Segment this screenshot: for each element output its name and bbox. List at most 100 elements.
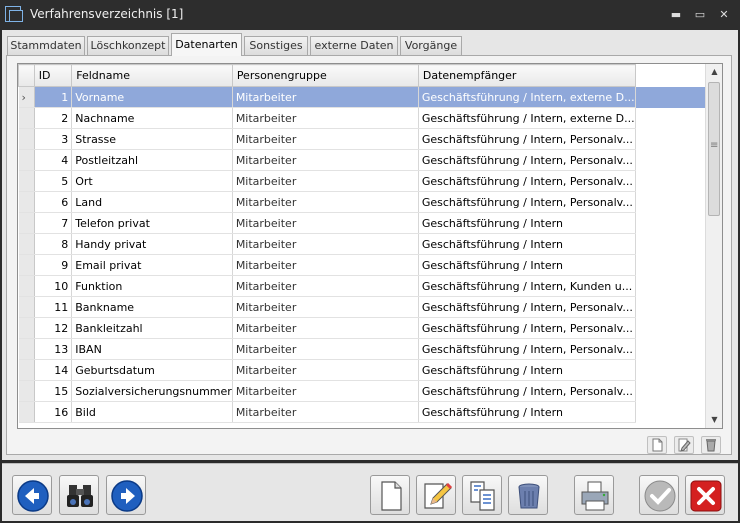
cell-feldname[interactable]: Handy privat — [71, 233, 233, 255]
cell-feldname[interactable]: Sozialversicherungsnummer — [71, 380, 233, 402]
cell-id[interactable]: 3 — [34, 128, 73, 150]
cancel-button[interactable] — [685, 475, 725, 515]
search-button[interactable] — [59, 475, 99, 515]
row-selector[interactable] — [18, 128, 35, 150]
row-selector[interactable] — [18, 149, 35, 171]
cell-datenempfaenger[interactable]: Geschäftsführung / Intern, Personalv... — [418, 380, 636, 402]
table-row[interactable]: › 1 Vorname Mitarbeiter Geschäftsführung / I… — [18, 86, 706, 108]
table-row[interactable]: 12 Bankleitzahl Mitarbeiter Geschäftsführun… — [18, 317, 706, 339]
row-selector[interactable]: › — [18, 86, 35, 108]
copy-button[interactable] — [462, 475, 502, 515]
grid-new-button[interactable] — [647, 436, 667, 454]
cell-feldname[interactable]: Telefon privat — [71, 212, 233, 234]
cell-personengruppe[interactable]: Mitarbeiter — [232, 86, 419, 108]
cell-feldname[interactable]: IBAN — [71, 338, 233, 360]
row-selector[interactable] — [18, 233, 35, 255]
cell-personengruppe[interactable]: Mitarbeiter — [232, 275, 419, 297]
row-selector[interactable] — [18, 191, 35, 213]
cell-id[interactable]: 14 — [34, 359, 73, 381]
row-selector[interactable] — [18, 212, 35, 234]
table-row[interactable]: 3 Strasse Mitarbeiter Geschäftsführung / In… — [18, 128, 706, 150]
cell-id[interactable]: 8 — [34, 233, 73, 255]
table-row[interactable]: 9 Email privat Mitarbeiter Geschäftsführung… — [18, 254, 706, 276]
cell-personengruppe[interactable]: Mitarbeiter — [232, 233, 419, 255]
cell-personengruppe[interactable]: Mitarbeiter — [232, 338, 419, 360]
column-header-feldname[interactable]: Feldname — [71, 64, 233, 87]
tab-stammdaten[interactable]: Stammdaten — [7, 36, 85, 55]
forward-button[interactable] — [106, 475, 146, 515]
row-selector[interactable] — [18, 254, 35, 276]
row-selector[interactable] — [18, 401, 35, 423]
cell-datenempfaenger[interactable]: Geschäftsführung / Intern, Personalv... — [418, 170, 636, 192]
grid-edit-button[interactable] — [674, 436, 694, 454]
cell-feldname[interactable]: Postleitzahl — [71, 149, 233, 171]
cell-datenempfaenger[interactable]: Geschäftsführung / Intern, Personalv... — [418, 296, 636, 318]
cell-feldname[interactable]: Bild — [71, 401, 233, 423]
cell-feldname[interactable]: Geburtsdatum — [71, 359, 233, 381]
cell-personengruppe[interactable]: Mitarbeiter — [232, 254, 419, 276]
cell-datenempfaenger[interactable]: Geschäftsführung / Intern, externe D... — [418, 107, 636, 129]
table-row[interactable]: 10 Funktion Mitarbeiter Geschäftsführung / … — [18, 275, 706, 297]
tab-sonstiges[interactable]: Sonstiges — [244, 36, 308, 55]
scroll-up-icon[interactable]: ▲ — [706, 64, 722, 80]
cell-id[interactable]: 9 — [34, 254, 73, 276]
cell-feldname[interactable]: Bankleitzahl — [71, 317, 233, 339]
tab-datenarten[interactable]: Datenarten — [171, 33, 242, 56]
row-selector[interactable] — [18, 170, 35, 192]
tab-vorgaenge[interactable]: Vorgänge — [400, 36, 462, 55]
row-selector[interactable] — [18, 338, 35, 360]
cell-personengruppe[interactable]: Mitarbeiter — [232, 296, 419, 318]
cell-feldname[interactable]: Email privat — [71, 254, 233, 276]
column-header-datenempfaenger[interactable]: Datenempfänger — [417, 64, 636, 87]
cell-personengruppe[interactable]: Mitarbeiter — [232, 170, 419, 192]
row-selector[interactable] — [18, 296, 35, 318]
cell-id[interactable]: 7 — [34, 212, 73, 234]
row-selector[interactable] — [18, 317, 35, 339]
row-selector[interactable] — [18, 359, 35, 381]
cell-id[interactable]: 16 — [34, 401, 73, 423]
cell-id[interactable]: 13 — [34, 338, 73, 360]
column-header-personengruppe[interactable]: Personengruppe — [231, 64, 419, 87]
cell-id[interactable]: 6 — [34, 191, 73, 213]
table-row[interactable]: 15 Sozialversicherungsnummer Mitarbeiter Ge… — [18, 380, 706, 402]
table-row[interactable]: 4 Postleitzahl Mitarbeiter Geschäftsführung… — [18, 149, 706, 171]
cell-id[interactable]: 10 — [34, 275, 73, 297]
cell-id[interactable]: 11 — [34, 296, 73, 318]
cell-personengruppe[interactable]: Mitarbeiter — [232, 401, 419, 423]
cell-personengruppe[interactable]: Mitarbeiter — [232, 107, 419, 129]
cell-datenempfaenger[interactable]: Geschäftsführung / Intern — [418, 401, 636, 423]
cell-datenempfaenger[interactable]: Geschäftsführung / Intern — [418, 254, 636, 276]
edit-button[interactable] — [416, 475, 456, 515]
data-grid[interactable]: ID Feldname Personengruppe Datenempfänge… — [17, 63, 723, 429]
cell-id[interactable]: 12 — [34, 317, 73, 339]
row-selector[interactable] — [18, 275, 35, 297]
cell-personengruppe[interactable]: Mitarbeiter — [232, 359, 419, 381]
maximize-button[interactable]: ▭ — [692, 7, 708, 23]
table-row[interactable]: 2 Nachname Mitarbeiter Geschäftsführung / I… — [18, 107, 706, 129]
new-button[interactable] — [370, 475, 410, 515]
cell-feldname[interactable]: Funktion — [71, 275, 233, 297]
row-selector[interactable] — [18, 107, 35, 129]
cell-personengruppe[interactable]: Mitarbeiter — [232, 128, 419, 150]
row-selector[interactable] — [18, 380, 35, 402]
cell-datenempfaenger[interactable]: Geschäftsführung / Intern — [418, 359, 636, 381]
minimize-button[interactable]: ▬ — [668, 7, 684, 23]
column-header-id[interactable]: ID — [33, 64, 73, 87]
scroll-thumb[interactable] — [708, 82, 720, 216]
cell-datenempfaenger[interactable]: Geschäftsführung / Intern, Personalv... — [418, 338, 636, 360]
tab-loeschkonzept[interactable]: Löschkonzept — [87, 36, 169, 55]
cell-personengruppe[interactable]: Mitarbeiter — [232, 317, 419, 339]
cell-feldname[interactable]: Ort — [71, 170, 233, 192]
cell-personengruppe[interactable]: Mitarbeiter — [232, 149, 419, 171]
cell-feldname[interactable]: Strasse — [71, 128, 233, 150]
cell-datenempfaenger[interactable]: Geschäftsführung / Intern, Personalv... — [418, 128, 636, 150]
table-row[interactable]: 16 Bild Mitarbeiter Geschäftsführung / Inte… — [18, 401, 706, 423]
cell-feldname[interactable]: Land — [71, 191, 233, 213]
cell-feldname[interactable]: Nachname — [71, 107, 233, 129]
grid-delete-button[interactable] — [701, 436, 721, 454]
cell-id[interactable]: 1 — [34, 86, 73, 108]
delete-button[interactable] — [508, 475, 548, 515]
table-row[interactable]: 11 Bankname Mitarbeiter Geschäftsführung / … — [18, 296, 706, 318]
table-row[interactable]: 7 Telefon privat Mitarbeiter Geschäftsführu… — [18, 212, 706, 234]
cell-id[interactable]: 4 — [34, 149, 73, 171]
